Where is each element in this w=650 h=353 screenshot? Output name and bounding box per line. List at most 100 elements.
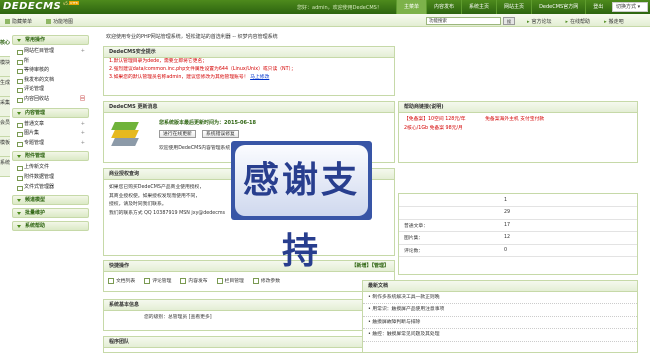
- sidebar-item[interactable]: 图片集 +: [12, 129, 89, 139]
- top-nav-item[interactable]: 系统主页: [461, 0, 496, 14]
- online-update-button[interactable]: 进行在线更新: [159, 130, 196, 138]
- top-nav-item[interactable]: DedeCMS官方网: [531, 0, 585, 14]
- error-fix-button[interactable]: 系统错误修复: [202, 130, 239, 138]
- user-info: 您好：admin，欢迎使用DedeCMS！: [297, 5, 382, 11]
- stats-row: 普通文章： 17: [399, 219, 637, 232]
- sidebar-section-header[interactable]: 附件管理: [12, 151, 89, 162]
- help-link[interactable]: 【免备案】10空间 128元/年: [404, 117, 466, 122]
- stats-value: 12: [498, 231, 637, 245]
- security-panel: DedeCMS安全提示 1.默认管理目录为dede，需要立即将它更名； 2.强烈…: [103, 46, 395, 96]
- sidebar-item[interactable]: 内容回收站 回: [12, 95, 89, 105]
- vertical-tab[interactable]: 模块: [0, 57, 10, 77]
- quick-panel: 快捷操作 【新增】【管理】 文档列表 评论管理 内容发布 栏目管理 修改参数: [103, 260, 395, 292]
- stats-row: 图片集： 12: [399, 231, 637, 245]
- top-nav-item[interactable]: 主菜单: [396, 0, 427, 14]
- stats-row: 1: [399, 194, 637, 207]
- sidebar-item[interactable]: 等待审核的: [12, 66, 89, 76]
- sidebar-item-label: 我发布的文档: [24, 76, 55, 83]
- sidebar-section-header[interactable]: 批量维护: [12, 208, 89, 219]
- stats-label: 图片集：: [399, 231, 499, 245]
- help-links-panel: 帮助商链接(说明) 【免备案】10空间 128元/年 免备案海外主机 支付宝付款…: [398, 101, 638, 163]
- sidebar-item-action[interactable]: +: [81, 139, 85, 148]
- sidebar-item[interactable]: 上传新文件: [12, 163, 89, 173]
- sidebar-item-action[interactable]: +: [81, 120, 85, 129]
- help-link[interactable]: 2核心/1Gb 免备案 98元/月: [404, 126, 463, 131]
- quick-actions-links[interactable]: 【新增】【管理】: [351, 261, 389, 271]
- security-line: 1.默认管理目录为dede，需要立即将它更名；: [109, 59, 208, 64]
- hide-menu-button[interactable]: 隐藏菜单: [5, 18, 32, 25]
- search-input[interactable]: 功能搜索: [426, 17, 501, 25]
- vertical-tab[interactable]: 采集: [0, 97, 10, 117]
- modify-now-link[interactable]: 马上修改: [250, 75, 269, 80]
- stats-label: [399, 206, 499, 220]
- top-nav-item[interactable]: 登出: [585, 0, 610, 14]
- sidebar-item-label: 普通文章: [24, 120, 45, 127]
- help-row: 【免备案】10空间 128元/年 免备案海外主机 支付宝付款: [399, 116, 637, 125]
- sidebar-item-label: 上传新文件: [24, 164, 50, 171]
- sidebar-item[interactable]: 普通文章 +: [12, 120, 89, 130]
- sysinfo-line: 您的级别：总管理员 [查看更多]: [144, 315, 212, 320]
- sidebar-item-label: 评论管理: [24, 86, 45, 93]
- sidebar-item[interactable]: 文件式管理器: [12, 183, 89, 193]
- quick-link[interactable]: 内容发布: [180, 277, 207, 284]
- stats-panel: 1 29 普通文章： 17 图片集： 12 评论数： 0: [398, 193, 638, 275]
- sidebar-item[interactable]: 专题管理 +: [12, 139, 89, 149]
- top-nav-item[interactable]: 网站主页: [496, 0, 531, 14]
- vertical-tab[interactable]: 会员: [0, 117, 10, 137]
- thanks-text: 感谢支持: [235, 145, 368, 272]
- team-panel: 程序团队: [103, 336, 395, 353]
- stats-label: 普通文章：: [399, 219, 499, 232]
- sidebar-item-label: 网站栏目管理: [24, 48, 55, 54]
- help-link[interactable]: 免备案海外主机 支付宝付款: [485, 117, 544, 122]
- quick-link[interactable]: 栏目管理: [217, 277, 244, 284]
- stats-value: 0: [498, 244, 637, 257]
- version-title: DedeCMS 更新消息: [104, 102, 394, 113]
- thanks-stamp: 感谢支持: [231, 141, 372, 272]
- switch-mode-select[interactable]: 切换方式 ▾: [612, 2, 648, 12]
- doc-item[interactable]: 制作多系统解决工具一款正则晚: [363, 292, 637, 305]
- sidebar-item-action[interactable]: 回: [80, 95, 85, 104]
- sidebar-item-label: 等待审核的: [24, 67, 50, 74]
- toolbar-link[interactable]: 在线帮助: [566, 18, 590, 25]
- search-button[interactable]: 搜: [503, 17, 515, 25]
- hide-icon: [5, 19, 10, 24]
- sysinfo-panel: 系统基本信息 您的级别：总管理员 [查看更多]: [103, 299, 395, 331]
- sidebar-item[interactable]: 我发布的文档: [12, 76, 89, 86]
- quick-title: 快捷操作 【新增】【管理】: [104, 261, 394, 272]
- sidebar-item-action[interactable]: +: [81, 129, 85, 138]
- top-nav-item[interactable]: 内容发布: [426, 0, 461, 14]
- top-bar: DEDECMS v5.7 UTF8 您好：admin，欢迎使用DedeCMS！ …: [0, 0, 650, 14]
- quick-link[interactable]: 评论管理: [144, 277, 171, 284]
- doc-item[interactable]: 触控：触摸屏常见问题及其处理: [363, 329, 637, 342]
- toolbar-link[interactable]: 官方论坛: [527, 18, 552, 25]
- map-icon: [46, 19, 52, 24]
- doc-item[interactable]: 触摸屏故障判断与排除: [363, 317, 637, 330]
- sidebar-item[interactable]: 网站栏目管理 +: [12, 47, 89, 57]
- vertical-tab[interactable]: 生成: [0, 77, 10, 97]
- sidebar-section-header[interactable]: 频道模型: [12, 195, 89, 206]
- sidebar-item-action[interactable]: +: [81, 47, 85, 56]
- quick-link[interactable]: 文档列表: [108, 277, 135, 284]
- sidebar-section-header[interactable]: 常用操作: [12, 35, 89, 45]
- sidebar-item[interactable]: 附件数据管理: [12, 173, 89, 183]
- vertical-tabs: 核心 模块 生成 采集 会员 模板 系统: [0, 37, 10, 177]
- sidebar-item-label: 专题管理: [24, 139, 45, 146]
- security-line: 3.如果您的默认管理员名称admin，建议您修改为其他管理账号！ 马上修改: [109, 75, 270, 80]
- sitemap-button[interactable]: 功能地图: [46, 18, 73, 25]
- sysinfo-title: 系统基本信息: [104, 300, 394, 311]
- vertical-tab[interactable]: 核心: [0, 37, 10, 57]
- help-links-title: 帮助商链接(说明): [399, 102, 637, 113]
- vertical-tab[interactable]: 模板: [0, 137, 10, 157]
- docs-title: 最新文档: [363, 281, 637, 292]
- vertical-tab[interactable]: 系统: [0, 157, 10, 177]
- sidebar-section-header[interactable]: 内容管理: [12, 107, 89, 118]
- toolbar-link[interactable]: 搬走吧: [604, 18, 624, 25]
- quick-link[interactable]: 修改参数: [253, 277, 280, 284]
- sidebar-item[interactable]: 评论管理: [12, 85, 89, 95]
- stats-label: 评论数：: [399, 244, 499, 257]
- version-footer: 欢迎使用DedeCMS内容管理系统: [159, 146, 231, 151]
- sidebar-section-header[interactable]: 系统帮助: [12, 221, 89, 232]
- stats-row: 评论数： 0: [399, 244, 637, 257]
- sidebar-item[interactable]: 所: [12, 57, 89, 67]
- doc-item[interactable]: 用常识：触摸屏产品使用注意事项: [363, 304, 637, 317]
